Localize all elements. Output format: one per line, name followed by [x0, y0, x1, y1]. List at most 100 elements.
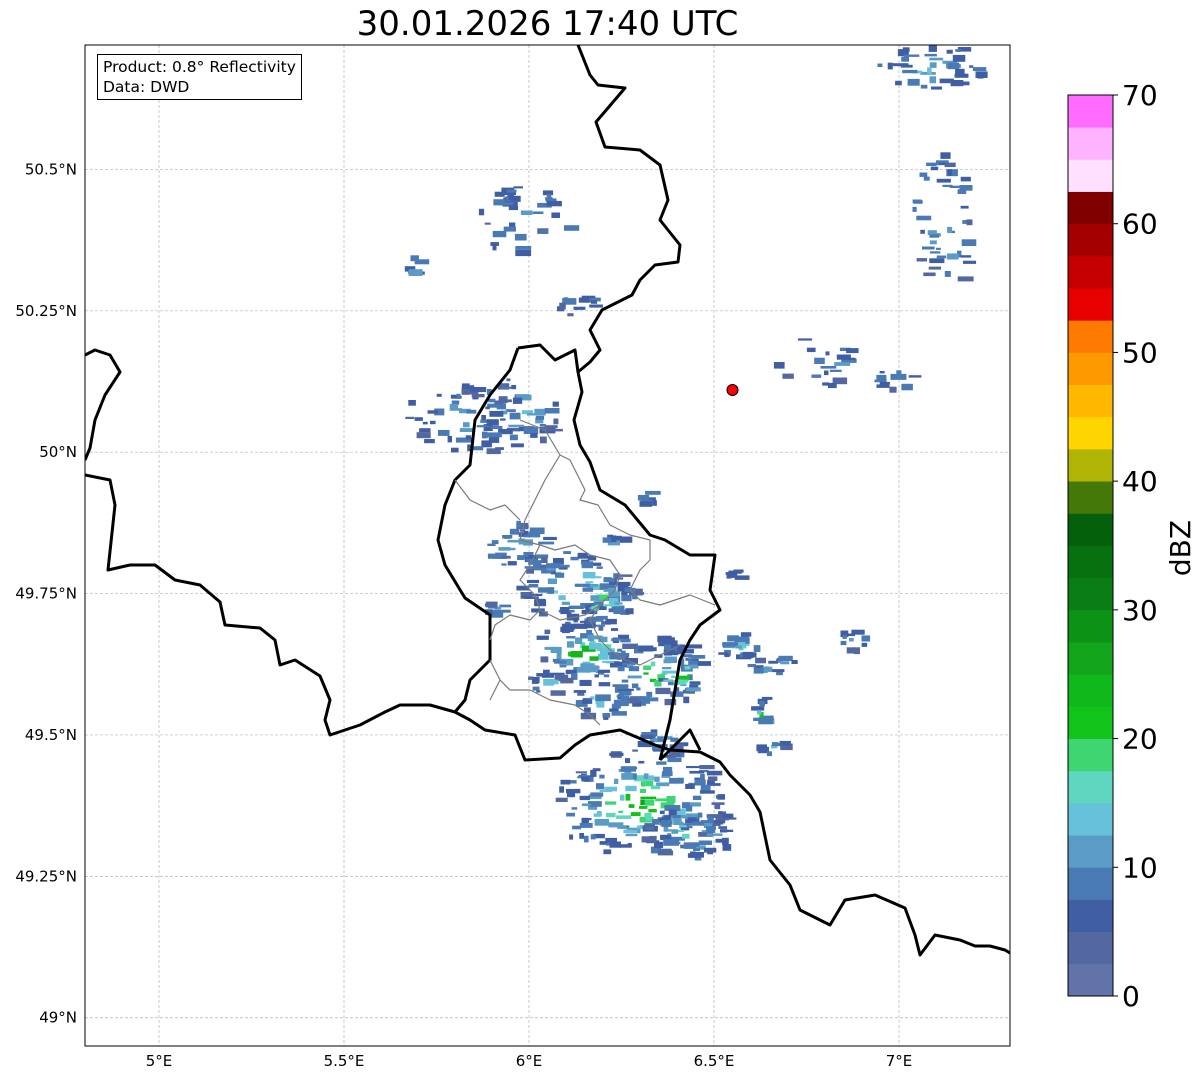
- radar-echo-cell: [571, 807, 578, 810]
- radar-echo-cell: [740, 632, 752, 637]
- radar-echo-cell: [602, 713, 611, 718]
- radar-echo-cell: [456, 393, 461, 399]
- radar-echo-cell: [645, 816, 653, 821]
- radar-echo-cell: [722, 837, 729, 845]
- radar-echo-cell: [924, 53, 937, 57]
- colorbar-segment: [1068, 609, 1113, 643]
- radar-echo-cell: [936, 255, 947, 259]
- radar-echo-cell: [650, 785, 661, 790]
- radar-echo-cell: [622, 643, 638, 649]
- radar-echo-cell: [936, 178, 951, 183]
- radar-echo-cell: [929, 251, 941, 254]
- radar-echo-cell: [718, 811, 723, 814]
- radar-echo-cell: [553, 418, 559, 425]
- radar-echo-cell: [528, 583, 539, 588]
- colorbar-segment: [1068, 577, 1113, 611]
- radar-echo-cell: [625, 758, 631, 764]
- radar-echo-cell: [588, 617, 596, 622]
- colorbar-segment: [1068, 288, 1113, 321]
- radar-echo-cell: [707, 848, 713, 855]
- radar-echo-cell: [511, 385, 517, 390]
- radar-echo-cell: [773, 362, 785, 369]
- radar-site-layer: [726, 383, 739, 396]
- radar-echo-cell: [929, 57, 944, 61]
- colorbar-segment: [1068, 738, 1113, 772]
- radar-echo-cell: [611, 711, 627, 716]
- radar-echo-cell: [643, 672, 649, 675]
- radar-echo-cell: [632, 749, 638, 752]
- radar-map: 5°E 5.5°E 6°E 6.5°E 7°E 50.5°N 50.25°N 50°N 49.…: [15, 44, 1197, 1070]
- radar-echo-cell: [520, 210, 533, 215]
- radar-echo-cell: [517, 555, 525, 560]
- radar-echo-cell: [667, 757, 682, 763]
- radar-echo-cell: [919, 172, 928, 177]
- colorbar-tick-label: 40: [1122, 465, 1158, 498]
- radar-echo-cell: [861, 635, 871, 642]
- colorbar-segment: [1068, 255, 1113, 289]
- radar-echo-cell: [509, 528, 520, 535]
- radar-echo-cell: [673, 818, 682, 825]
- radar-echo-cell: [478, 208, 485, 216]
- radar-echo-cell: [641, 836, 657, 843]
- radar-echo-cell: [645, 780, 654, 787]
- radar-echo-cell: [969, 65, 974, 68]
- radar-echo-cell: [849, 638, 854, 642]
- radar-echo-cell: [543, 536, 557, 540]
- lat-tick-label: 49.5°N: [25, 726, 77, 744]
- radar-echo-cell: [761, 696, 773, 700]
- radar-echo-cell: [920, 84, 928, 89]
- radar-echo-cell: [546, 194, 552, 201]
- radar-echo-cell: [466, 409, 477, 414]
- radar-echo-cell: [570, 651, 583, 658]
- radar-echo-cell: [706, 826, 716, 833]
- radar-echo-cell: [594, 819, 610, 826]
- radar-echo-cell: [535, 415, 545, 420]
- radar-echo-cell: [916, 215, 932, 221]
- radar-echo-cell: [579, 795, 590, 801]
- colorbar-tick-label: 10: [1122, 851, 1158, 884]
- radar-echo-cell: [508, 424, 525, 428]
- radar-echo-cell: [582, 572, 596, 579]
- radar-echo-cell: [509, 412, 521, 420]
- radar-echo-cell: [662, 667, 672, 670]
- radar-echo-cell: [408, 400, 416, 406]
- radar-echo-cell: [416, 432, 431, 439]
- lon-tick-label: 5.5°E: [324, 1052, 365, 1070]
- lat-tick-label: 50.25°N: [15, 302, 77, 320]
- radar-echo-cell: [687, 817, 697, 820]
- radar-echo-cell: [509, 205, 513, 208]
- radar-echo-cell: [547, 578, 557, 584]
- radar-echo-cell: [570, 556, 579, 561]
- radar-echo-cell: [929, 62, 937, 68]
- colorbar-segment: [1068, 223, 1113, 257]
- radar-echo-cell: [682, 833, 690, 839]
- radar-echo-cell: [640, 796, 656, 799]
- radar-echo-cell: [602, 660, 614, 663]
- radar-echo-cell: [536, 635, 549, 640]
- radar-echo-cell: [611, 628, 619, 631]
- radar-echo-cell: [814, 357, 825, 364]
- radar-echo-cell: [588, 642, 602, 650]
- radar-echo-cell: [627, 675, 642, 679]
- radar-echo-cell: [510, 443, 524, 448]
- radar-echo-cell: [526, 579, 540, 583]
- radar-echo-cell: [721, 829, 734, 832]
- radar-echo-cell: [689, 681, 701, 685]
- radar-echo-cell: [574, 583, 590, 587]
- radar-echo-cell: [643, 773, 649, 779]
- radar-echo-cell: [740, 643, 750, 646]
- radar-echo-cell: [944, 162, 956, 168]
- radar-echo-cell: [422, 421, 428, 425]
- radar-echo-cell: [928, 266, 941, 270]
- colorbar-segment: [1068, 127, 1113, 160]
- radar-echo-cell: [644, 812, 652, 817]
- radar-echo-cell: [717, 794, 725, 800]
- radar-echo-cell: [811, 374, 822, 378]
- radar-echo-cell: [500, 418, 506, 421]
- radar-echo-cell: [596, 783, 605, 790]
- radar-echo-cell: [516, 520, 521, 528]
- radar-echo-cell: [824, 370, 829, 376]
- radar-echo-cell: [639, 501, 653, 507]
- radar-echo-cell: [755, 657, 766, 664]
- info-product: Product: 0.8° Reflectivity: [103, 58, 296, 76]
